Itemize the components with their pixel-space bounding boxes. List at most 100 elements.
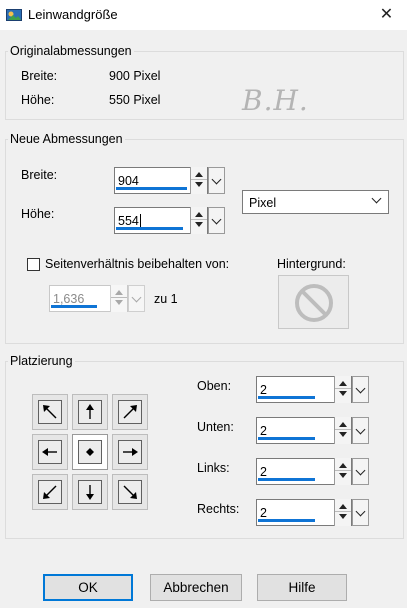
chevron-down-icon (211, 174, 222, 185)
original-width-value: 900 Pixel (109, 69, 161, 83)
ratio-slider-bar (51, 305, 97, 308)
chevron-down-icon (355, 506, 366, 517)
arrow-down-left-icon (43, 485, 57, 499)
anchor-left[interactable] (32, 434, 68, 470)
top-offset-arrows[interactable] (334, 376, 351, 403)
arrow-down-icon (339, 514, 347, 519)
arrow-down-right-icon (123, 485, 137, 499)
arrow-down-icon (86, 485, 94, 500)
ratio-spinbox: 1,636 (49, 285, 145, 312)
left-offset-dropdown-button[interactable] (352, 458, 369, 485)
arrow-down-icon (339, 432, 347, 437)
chevron-down-icon (355, 383, 366, 394)
right-offset-dropdown-button[interactable] (352, 499, 369, 526)
right-offset-label: Rechts: (197, 502, 240, 516)
background-color-swatch[interactable] (278, 275, 349, 329)
anchor-right[interactable] (112, 434, 148, 470)
arrow-right-icon (123, 448, 138, 456)
background-label: Hintergrund: (277, 257, 346, 271)
text-caret (139, 214, 141, 227)
bottom-offset-arrows[interactable] (334, 417, 351, 444)
help-button[interactable]: Hilfe (257, 574, 347, 601)
arrow-up-left-icon (43, 405, 57, 419)
arrow-up-icon (339, 463, 347, 468)
unit-select[interactable]: Pixel (242, 190, 389, 214)
top-offset-spinbox[interactable]: 2 (256, 376, 369, 403)
new-height-dropdown-button[interactable] (208, 207, 225, 234)
close-icon: ✕ (379, 6, 394, 23)
chevron-down-icon (355, 424, 366, 435)
arrow-down-icon (339, 391, 347, 396)
arrow-up-icon (339, 504, 347, 509)
arrow-down-icon (195, 222, 203, 227)
new-height-arrows[interactable] (190, 207, 207, 234)
chevron-down-icon (211, 214, 222, 225)
anchor-top-right[interactable] (112, 394, 148, 430)
new-height-label: Höhe: (21, 207, 55, 221)
arrow-up-icon (195, 212, 203, 217)
new-width-value: 904 (118, 174, 139, 188)
right-offset-value: 2 (260, 506, 267, 520)
arrow-down-icon (195, 182, 203, 187)
center-dot-icon (86, 448, 94, 456)
top-offset-label: Oben: (197, 379, 232, 393)
anchor-bottom-left[interactable] (32, 474, 68, 510)
placement-legend: Platzierung (8, 354, 75, 368)
top-offset-slider-bar (258, 396, 315, 399)
anchor-bottom-right[interactable] (112, 474, 148, 510)
new-dimensions-legend: Neue Abmessungen (8, 132, 125, 146)
original-width-label: Breite: (21, 69, 58, 83)
new-height-value[interactable]: 554 (118, 214, 141, 228)
anchor-bottom[interactable] (72, 474, 108, 510)
close-button[interactable]: ✕ (366, 0, 407, 30)
cancel-button[interactable]: Abbrechen (150, 574, 242, 601)
new-width-label: Breite: (21, 168, 58, 182)
bottom-offset-spinbox[interactable]: 2 (256, 417, 369, 444)
app-icon (6, 9, 22, 21)
chevron-down-icon (355, 465, 366, 476)
arrow-up-icon (195, 172, 203, 177)
ratio-arrows (110, 285, 127, 312)
arrow-up-icon (339, 422, 347, 427)
new-height-slider-bar (116, 227, 183, 230)
window-title: Leinwandgröße (28, 7, 118, 22)
left-offset-slider-bar (258, 478, 315, 481)
arrow-up-right-icon (123, 405, 137, 419)
top-offset-value: 2 (260, 383, 267, 397)
original-dimensions-legend: Originalabmessungen (8, 44, 134, 58)
new-width-arrows[interactable] (190, 167, 207, 194)
title-bar: Leinwandgröße ✕ (0, 0, 407, 30)
new-height-spinbox[interactable]: 554 (114, 207, 225, 234)
left-offset-arrows[interactable] (334, 458, 351, 485)
ratio-value: 1,636 (53, 292, 85, 306)
ok-button[interactable]: OK (43, 574, 133, 601)
arrow-up-icon (115, 290, 123, 295)
arrow-left-icon (42, 448, 57, 456)
arrow-up-icon (86, 404, 94, 419)
bottom-offset-value: 2 (260, 424, 267, 438)
right-offset-spinbox[interactable]: 2 (256, 499, 369, 526)
anchor-top-left[interactable] (32, 394, 68, 430)
bottom-offset-dropdown-button[interactable] (352, 417, 369, 444)
arrow-up-icon (339, 381, 347, 386)
arrow-down-icon (115, 300, 123, 305)
left-offset-label: Links: (197, 461, 230, 475)
ratio-dropdown-button (128, 285, 145, 312)
new-width-spinbox[interactable]: 904 (114, 167, 225, 194)
anchor-center[interactable] (72, 434, 108, 470)
anchor-top[interactable] (72, 394, 108, 430)
chevron-down-icon (371, 193, 382, 204)
new-width-dropdown-button[interactable] (208, 167, 225, 194)
right-offset-slider-bar (258, 519, 315, 522)
original-height-label: Höhe: (21, 93, 55, 107)
arrow-down-icon (339, 473, 347, 478)
keep-ratio-label[interactable]: Seitenverhältnis beibehalten von: (45, 257, 229, 271)
keep-ratio-checkbox[interactable] (27, 258, 40, 271)
right-offset-arrows[interactable] (334, 499, 351, 526)
left-offset-spinbox[interactable]: 2 (256, 458, 369, 485)
unit-select-value: Pixel (249, 196, 277, 210)
watermark-signature: B.H. (242, 84, 309, 117)
ratio-suffix: zu 1 (154, 292, 178, 306)
anchor-grid (32, 394, 148, 510)
top-offset-dropdown-button[interactable] (352, 376, 369, 403)
